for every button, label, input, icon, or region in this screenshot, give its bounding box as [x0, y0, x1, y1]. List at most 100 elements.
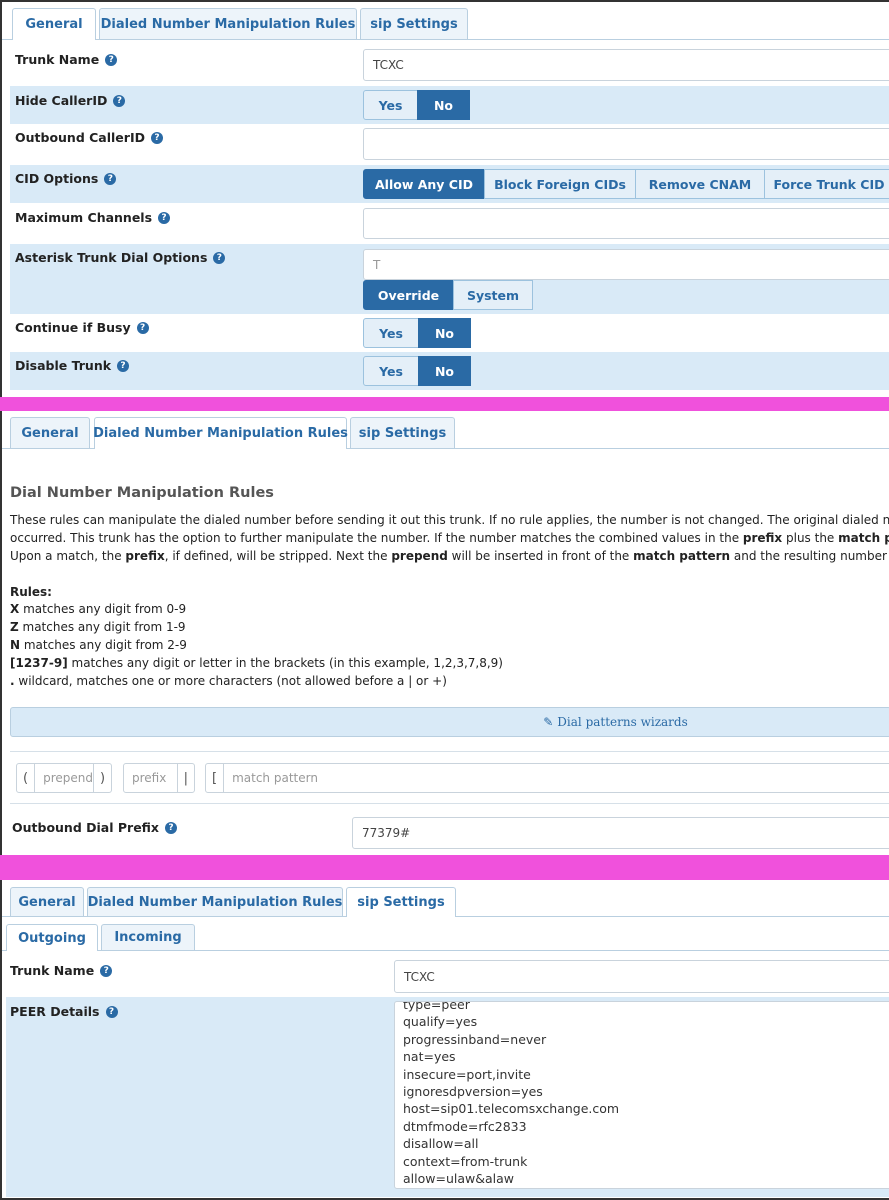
- help-icon[interactable]: ?: [117, 359, 130, 372]
- help-icon[interactable]: ?: [165, 821, 177, 834]
- dial-options-input[interactable]: T: [363, 249, 889, 280]
- wizard-label: Dial patterns wizards: [557, 715, 688, 729]
- maximum-channels-input[interactable]: [363, 208, 889, 239]
- match-pattern-field[interactable]: [ match pattern: [205, 763, 889, 793]
- help-icon[interactable]: ?: [104, 172, 117, 185]
- outbound-dial-prefix-label: Outbound Dial Prefix?: [12, 820, 177, 835]
- tab-bar: General Dialed Number Manipulation Rules…: [2, 417, 889, 449]
- peer-line: nat=yes: [403, 1049, 456, 1065]
- open-bracket: [: [212, 770, 218, 786]
- rules-heading: Rules:: [10, 585, 52, 599]
- help-icon[interactable]: ?: [100, 964, 113, 977]
- dial-options-toggle: Override System: [363, 280, 533, 310]
- rule-item: Z matches any digit from 1-9: [10, 620, 186, 634]
- help-icon[interactable]: ?: [105, 1005, 118, 1018]
- outbound-callerid-input[interactable]: [363, 128, 889, 160]
- continue-busy-yes-button[interactable]: Yes: [363, 318, 419, 348]
- open-paren: (: [23, 770, 29, 786]
- prefix-field[interactable]: prefix |: [123, 763, 195, 793]
- hide-callerid-label: Hide CallerID?: [15, 93, 126, 108]
- tab-incoming[interactable]: Incoming: [101, 924, 195, 950]
- outbound-dial-prefix-input[interactable]: 77379#: [352, 817, 889, 849]
- subtab-bar: Outgoing Incoming: [2, 924, 889, 951]
- system-button[interactable]: System: [453, 280, 533, 310]
- sip-trunk-name-input[interactable]: TCXC: [394, 960, 889, 993]
- separator-bar: [0, 855, 889, 880]
- dial-rules-tab-panel: General Dialed Number Manipulation Rules…: [0, 411, 889, 855]
- pipe-separator: |: [183, 770, 188, 786]
- description-line-3: Upon a match, the prefix, if defined, wi…: [10, 549, 889, 563]
- rule-item: [1237-9] matches any digit or letter in …: [10, 656, 503, 670]
- tab-sip-settings[interactable]: sip Settings: [350, 417, 455, 448]
- continue-if-busy-label: Continue if Busy?: [15, 320, 149, 335]
- sip-trunk-name-label: Trunk Name?: [10, 963, 113, 978]
- help-icon[interactable]: ?: [213, 251, 226, 264]
- tab-general[interactable]: General: [10, 417, 90, 448]
- dial-options-label: Asterisk Trunk Dial Options?: [15, 250, 226, 265]
- rule-item: N matches any digit from 2-9: [10, 638, 187, 652]
- help-icon[interactable]: ?: [150, 131, 163, 144]
- peer-line: progressinband=never: [403, 1031, 547, 1047]
- match-pattern-input[interactable]: match pattern: [224, 771, 318, 785]
- tab-outgoing[interactable]: Outgoing: [6, 924, 98, 951]
- section-heading: Dial Number Manipulation Rules: [10, 485, 274, 501]
- peer-line: allow=ulaw&alaw: [403, 1171, 514, 1187]
- hide-callerid-yes-button[interactable]: Yes: [363, 90, 418, 120]
- block-foreign-cids-button[interactable]: Block Foreign CIDs: [484, 169, 636, 199]
- cid-options-row: CID Options? Allow Any CID Block Foreign…: [10, 165, 889, 203]
- description-line-1: These rules can manipulate the dialed nu…: [10, 513, 889, 527]
- trunk-name-row: Trunk Name? TCXC: [10, 44, 889, 86]
- hide-callerid-row: Hide CallerID? Yes No: [10, 86, 889, 124]
- prefix-input[interactable]: prefix: [124, 771, 177, 785]
- help-icon[interactable]: ?: [105, 53, 118, 66]
- continue-busy-no-button[interactable]: No: [418, 318, 471, 348]
- outbound-callerid-label: Outbound CallerID?: [15, 130, 163, 145]
- tab-sip-settings[interactable]: sip Settings: [346, 887, 456, 917]
- hide-callerid-no-button[interactable]: No: [417, 90, 470, 120]
- prepend-field[interactable]: (prepend): [16, 763, 112, 793]
- peer-line: type=peer: [403, 1001, 470, 1012]
- continue-if-busy-toggle: Yes No: [363, 318, 471, 348]
- separator-bar: [0, 397, 889, 411]
- hide-callerid-toggle: Yes No: [363, 90, 470, 120]
- cid-options-label: CID Options?: [15, 171, 117, 186]
- help-icon[interactable]: ?: [113, 94, 126, 107]
- allow-any-cid-button[interactable]: Allow Any CID: [363, 169, 485, 199]
- tab-dialed-number-manipulation-rules[interactable]: Dialed Number Manipulation Rules: [99, 8, 357, 39]
- rule-item: . wildcard, matches one or more characte…: [10, 674, 447, 688]
- tab-bar: General Dialed Number Manipulation Rules…: [2, 887, 889, 917]
- disable-trunk-toggle: Yes No: [363, 356, 471, 386]
- description-line-2: occurred. This trunk has the option to f…: [10, 531, 889, 545]
- help-icon[interactable]: ?: [136, 321, 149, 334]
- dial-patterns-wizard-button[interactable]: ✎ Dial patterns wizards: [10, 707, 889, 737]
- peer-line: disallow=all: [403, 1136, 479, 1152]
- disable-trunk-yes-button[interactable]: Yes: [363, 356, 419, 386]
- continue-if-busy-row: Continue if Busy? Yes No: [10, 314, 889, 352]
- outbound-callerid-row: Outbound CallerID?: [10, 124, 889, 165]
- override-button[interactable]: Override: [363, 280, 454, 310]
- rule-item: X matches any digit from 0-9: [10, 602, 187, 616]
- peer-line: dtmfmode=rfc2833: [403, 1118, 527, 1134]
- tab-general[interactable]: General: [10, 887, 84, 916]
- remove-cnam-button[interactable]: Remove CNAM: [635, 169, 765, 199]
- tab-general[interactable]: General: [12, 8, 96, 40]
- maximum-channels-label: Maximum Channels?: [15, 210, 171, 225]
- force-trunk-cid-button[interactable]: Force Trunk CID: [764, 169, 889, 199]
- tab-dialed-number-manipulation-rules[interactable]: Dialed Number Manipulation Rules: [87, 887, 343, 916]
- peer-details-textarea[interactable]: type=peer qualify=yes progressinband=nev…: [394, 1001, 889, 1189]
- prepend-input[interactable]: prepend: [35, 771, 93, 785]
- tab-sip-settings[interactable]: sip Settings: [360, 8, 468, 39]
- cid-options-group: Allow Any CID Block Foreign CIDs Remove …: [363, 169, 889, 199]
- wand-icon: ✎: [543, 715, 554, 729]
- disable-trunk-row: Disable Trunk? Yes No: [10, 352, 889, 390]
- disable-trunk-label: Disable Trunk?: [15, 358, 130, 373]
- trunk-name-input[interactable]: TCXC: [363, 49, 889, 81]
- disable-trunk-no-button[interactable]: No: [418, 356, 471, 386]
- peer-line: host=sip01.telecomsxchange.com: [403, 1101, 620, 1117]
- peer-line: context=from-trunk: [403, 1153, 528, 1169]
- dial-options-row: Asterisk Trunk Dial Options? T Override …: [10, 244, 889, 314]
- peer-details-label: PEER Details?: [10, 1004, 118, 1019]
- help-icon[interactable]: ?: [158, 211, 171, 224]
- maximum-channels-row: Maximum Channels?: [10, 203, 889, 244]
- tab-dialed-number-manipulation-rules[interactable]: Dialed Number Manipulation Rules: [93, 417, 348, 449]
